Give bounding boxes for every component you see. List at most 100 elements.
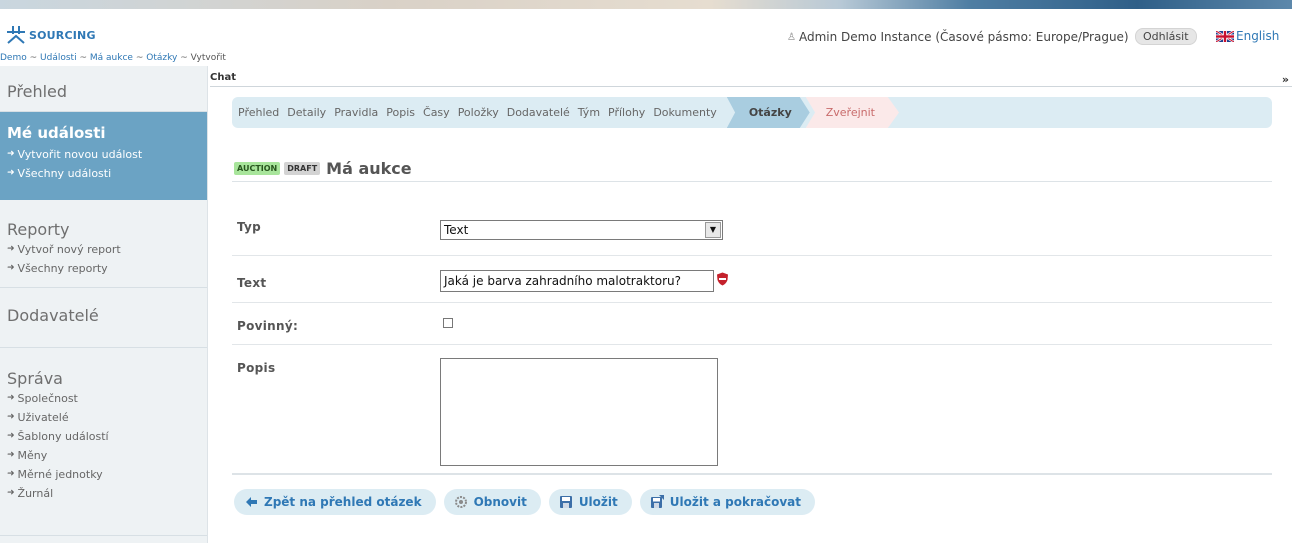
sidebar-link-company[interactable]: ➜ Společnost [7,389,200,408]
arrow-right-icon: ➜ [7,263,15,273]
header-banner [0,0,1292,9]
back-button[interactable]: Zpět na přehled otázek [234,489,436,515]
chevron-down-icon[interactable]: ▼ [705,222,721,238]
arrow-left-icon [246,497,257,507]
sidebar-link-all-reports[interactable]: ➜ Všechny reporty [7,259,200,278]
sidebar-title[interactable]: Mé události [7,124,200,142]
step-zverejnit[interactable]: Zveřejnit [805,97,899,128]
arrow-right-icon: ➜ [7,450,15,460]
user-label: Admin Demo Instance (Časové pásmo: Europ… [798,30,1129,44]
form-row-text: Text Jaká je barva zahradního malotrakto… [232,256,1272,303]
sidebar-title: Přehled [7,82,68,101]
form-row-description: Popis [232,345,1272,475]
description-label: Popis [237,361,276,375]
divider [232,181,1272,182]
sidebar-link-new-report[interactable]: ➜ Vytvoř nový report [7,240,200,259]
sidebar-link-create-event[interactable]: ➜ Vytvořit novou událost [7,145,200,164]
breadcrumb-separator: ~ [135,53,144,63]
gear-icon [454,496,467,508]
sidebar-link-users[interactable]: ➜ Uživatelé [7,408,200,427]
user-icon: ♙ [787,31,796,43]
sidebar-link-journal[interactable]: ➜ Žurnál [7,484,200,503]
sidebar-link-label: Všechny události [17,167,112,180]
breadcrumb-item[interactable]: Události [40,53,77,63]
breadcrumb-current: Vytvořit [190,53,226,63]
save-continue-button[interactable]: Uložit a pokračovat [639,489,815,515]
arrow-right-icon: ➜ [7,168,15,178]
sidebar-link-all-events[interactable]: ➜ Všechny události [7,164,200,183]
step-detaily[interactable]: Detaily [287,106,326,119]
step-popis[interactable]: Popis [386,106,415,119]
sidebar-link-label: Žurnál [17,487,54,500]
save-continue-button-label: Uložit a pokračovat [669,495,801,509]
sidebar-item-prehled[interactable]: Přehled [0,66,207,112]
question-text-input[interactable]: Jaká je barva zahradního malotraktoru? [440,270,714,292]
sidebar-link-units[interactable]: ➜ Měrné jednotky [7,465,200,484]
arrow-right-icon: ➜ [7,469,15,479]
sidebar-link-label: Vytvořit novou událost [17,148,143,161]
type-label: Typ [237,220,262,234]
logo[interactable]: SOURCING [7,24,96,46]
sidebar-link-event-templates[interactable]: ➜ Šablony událostí [7,427,200,446]
sidebar: Přehled Mé události ➜ Vytvořit novou udá… [0,66,208,543]
action-buttons: Zpět na přehled otázek Obnovit Uložit Ul… [234,489,815,515]
step-dokumenty[interactable]: Dokumenty [653,106,716,119]
arrow-right-icon: ➜ [7,431,15,441]
description-textarea[interactable] [440,358,718,466]
save-button[interactable]: Uložit [548,489,632,515]
breadcrumb-item[interactable]: Demo [0,53,27,63]
step-casy[interactable]: Časy [423,106,450,119]
refresh-button-label: Obnovit [473,495,527,509]
wizard-steps: Přehled Detaily Pravidla Popis Časy Polo… [232,97,1272,128]
step-prilohy[interactable]: Přílohy [608,106,645,119]
refresh-button[interactable]: Obnovit [443,489,541,515]
event-heading: AUCTION DRAFT Má aukce [234,159,412,178]
arrow-right-icon: ➜ [7,488,15,498]
logo-icon [7,26,25,44]
back-button-label: Zpět na přehled otázek [264,495,422,509]
step-dodavatele[interactable]: Dodavatelé [507,106,570,119]
step-prehled[interactable]: Přehled [238,106,279,119]
logout-button[interactable]: Odhlásit [1135,28,1197,45]
sidebar-link-label: Společnost [17,392,78,405]
arrow-right-icon: ➜ [7,393,15,403]
breadcrumb-separator: ~ [180,53,188,63]
type-select-value: Text [444,223,469,237]
step-tym[interactable]: Tým [578,106,600,119]
step-polozky[interactable]: Položky [458,106,499,119]
breadcrumb-separator: ~ [79,53,88,63]
sidebar-link-currencies[interactable]: ➜ Měny [7,446,200,465]
breadcrumb-item[interactable]: Otázky [146,53,177,63]
event-type-badge: AUCTION [234,162,281,175]
sidebar-section-admin: Správa ➜ Společnost ➜ Uživatelé ➜ Šablon… [0,348,207,536]
arrow-right-icon: ➜ [7,149,15,159]
text-label: Text [237,276,267,290]
uk-flag-icon [1216,30,1234,42]
breadcrumb: Demo ~ Události ~ Má aukce ~ Otázky ~ Vy… [0,53,226,65]
step-pravidla[interactable]: Pravidla [334,106,378,119]
user-info[interactable]: ♙ Admin Demo Instance (Časové pásmo: Eur… [787,30,1129,44]
language-label: English [1236,29,1280,43]
sidebar-item-suppliers[interactable]: Dodavatelé [0,288,207,348]
page-title: Má aukce [326,159,412,178]
type-select[interactable]: Text ▼ [440,220,723,240]
chat-toggle-icon[interactable]: » [1282,73,1289,86]
floppy-disk-arrow-icon [650,495,664,508]
arrow-right-icon: ➜ [7,244,15,254]
sidebar-link-label: Šablony událostí [17,430,109,443]
language-switcher[interactable]: English [1216,29,1279,43]
sidebar-title[interactable]: Správa [7,369,200,388]
sidebar-section-my-events: Mé události ➜ Vytvořit novou událost ➜ V… [0,112,207,200]
sidebar-title: Dodavatelé [7,306,99,325]
event-status-badge: DRAFT [284,162,321,175]
chat-bar[interactable]: Chat » [210,72,1292,87]
required-checkbox[interactable] [443,318,453,328]
sidebar-title[interactable]: Reporty [7,220,200,239]
step-otazky-active[interactable]: Otázky [726,97,810,128]
required-label: Povinný: [237,319,299,333]
breadcrumb-item[interactable]: Má aukce [90,53,133,63]
logo-text: SOURCING [29,28,96,42]
sidebar-link-label: Uživatelé [17,411,69,424]
arrow-right-icon: ➜ [7,412,15,422]
form-row-required: Povinný: [232,303,1272,345]
